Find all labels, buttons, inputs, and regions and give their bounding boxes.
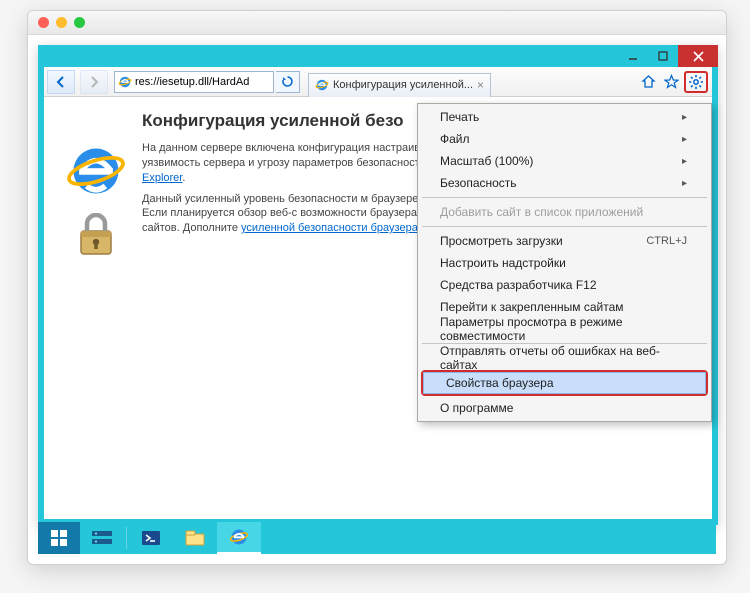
- ie-logo-icon: [229, 527, 249, 547]
- gear-highlight: [684, 71, 708, 93]
- back-button[interactable]: [47, 70, 75, 94]
- host-window: res://iesetup.dll/HardAd Конфигурация ус…: [27, 10, 727, 565]
- menu-internet-options[interactable]: Свойства браузера: [423, 372, 706, 394]
- gear-menu: Печать▸ Файл▸ Масштаб (100%)▸ Безопаснос…: [417, 103, 712, 422]
- submenu-arrow-icon: ▸: [682, 134, 687, 145]
- menu-file[interactable]: Файл▸: [418, 128, 711, 150]
- menu-report[interactable]: Отправлять отчеты об ошибках на веб-сайт…: [418, 347, 711, 369]
- address-text: res://iesetup.dll/HardAd: [135, 76, 249, 88]
- menu-separator: [422, 226, 707, 227]
- nav-bar: res://iesetup.dll/HardAd Конфигурация ус…: [44, 67, 712, 97]
- address-bar[interactable]: res://iesetup.dll/HardAd: [114, 71, 274, 93]
- ie-logo-icon: [315, 78, 329, 92]
- taskbar: [38, 522, 716, 554]
- host-titlebar: [28, 11, 726, 35]
- menu-print[interactable]: Печать▸: [418, 106, 711, 128]
- maximize-button[interactable]: [648, 45, 678, 67]
- ie-titlebar: [38, 45, 718, 67]
- refresh-button[interactable]: [276, 71, 300, 93]
- tab-strip: Конфигурация усиленной... ×: [308, 67, 491, 97]
- menu-highlight: Свойства браузера: [421, 370, 708, 396]
- gear-icon[interactable]: [688, 74, 704, 90]
- tab-close-icon[interactable]: ×: [477, 78, 484, 92]
- submenu-arrow-icon: ▸: [682, 112, 687, 123]
- traffic-close-icon[interactable]: [38, 17, 49, 28]
- menu-addons[interactable]: Настроить надстройки: [418, 252, 711, 274]
- home-icon[interactable]: [638, 72, 658, 92]
- taskbar-server-manager[interactable]: [80, 522, 124, 554]
- menu-security[interactable]: Безопасность▸: [418, 172, 711, 194]
- menu-add-site: Добавить сайт в список приложений: [418, 201, 711, 223]
- menu-separator: [422, 197, 707, 198]
- menu-about[interactable]: О программе: [418, 397, 711, 419]
- menu-shortcut: CTRL+J: [646, 235, 687, 247]
- taskbar-ie[interactable]: [217, 522, 261, 554]
- ie-logo-large-icon: [66, 141, 126, 201]
- menu-zoom[interactable]: Масштаб (100%)▸: [418, 150, 711, 172]
- menu-devtools[interactable]: Средства разработчика F12: [418, 274, 711, 296]
- menu-downloads[interactable]: Просмотреть загрузкиCTRL+J: [418, 230, 711, 252]
- taskbar-explorer[interactable]: [173, 522, 217, 554]
- submenu-arrow-icon: ▸: [682, 178, 687, 189]
- ie-window: res://iesetup.dll/HardAd Конфигурация ус…: [38, 45, 718, 525]
- traffic-zoom-icon[interactable]: [74, 17, 85, 28]
- tab-label: Конфигурация усиленной...: [333, 79, 473, 91]
- taskbar-powershell[interactable]: [129, 522, 173, 554]
- close-button[interactable]: [678, 45, 718, 67]
- lock-icon: [77, 213, 115, 257]
- taskbar-separator: [126, 527, 127, 549]
- minimize-button[interactable]: [618, 45, 648, 67]
- start-button[interactable]: [38, 522, 80, 554]
- favorites-icon[interactable]: [661, 72, 681, 92]
- tab-current[interactable]: Конфигурация усиленной... ×: [308, 73, 491, 97]
- traffic-minimize-icon[interactable]: [56, 17, 67, 28]
- submenu-arrow-icon: ▸: [682, 156, 687, 167]
- forward-button[interactable]: [80, 70, 108, 94]
- ie-logo-icon: [118, 75, 132, 89]
- menu-compat[interactable]: Параметры просмотра в режиме совместимос…: [418, 318, 711, 340]
